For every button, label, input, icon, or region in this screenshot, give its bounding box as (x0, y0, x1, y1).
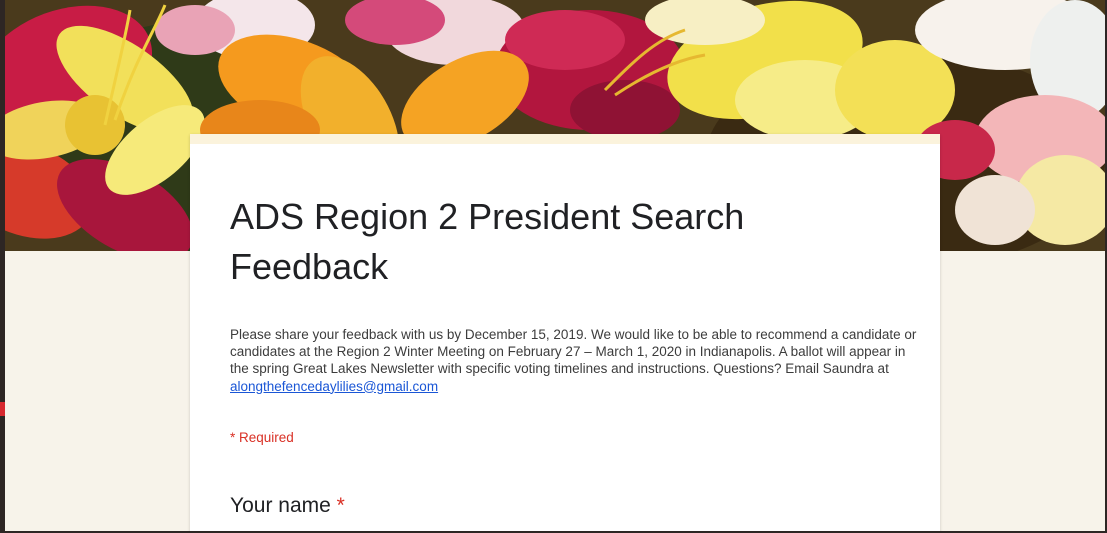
required-note: * Required (230, 430, 294, 445)
email-link[interactable]: alongthefencedaylilies@gmail.com (230, 379, 438, 394)
question-your-name: Your name * (230, 494, 345, 518)
left-border-accent (0, 402, 5, 416)
form-title: ADS Region 2 President Search Feedback (230, 196, 745, 287)
form-description: Please share your feedback with us by De… (230, 326, 920, 395)
question-label: Your name (230, 494, 331, 517)
required-asterisk: * (336, 494, 345, 517)
form-header-card: ADS Region 2 President Search Feedback P… (190, 134, 940, 533)
form-description-text: Please share your feedback with us by De… (230, 327, 917, 377)
